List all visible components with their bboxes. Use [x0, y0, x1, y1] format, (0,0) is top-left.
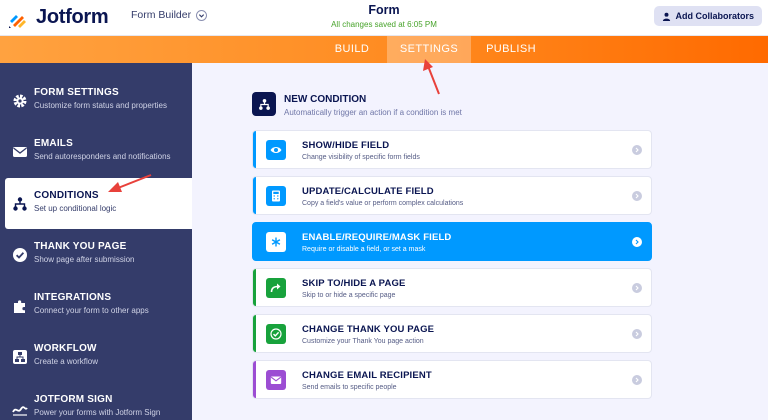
new-condition-icon: [252, 92, 276, 116]
sidebar-item-title: CONDITIONS: [34, 190, 99, 201]
card-title: ENABLE/REQUIRE/MASK FIELD: [302, 232, 452, 243]
settings-sidebar: FORM SETTINGS Customize form status and …: [0, 63, 192, 420]
calculator-icon: [266, 186, 286, 206]
condition-card-enable-require-mask-field[interactable]: ENABLE/REQUIRE/MASK FIELD Require or dis…: [252, 222, 652, 261]
top-bar: Jotform Form Builder Form All changes sa…: [0, 0, 768, 36]
check-circle-icon: [12, 247, 28, 263]
new-condition-subtitle: Automatically trigger an action if a con…: [284, 108, 462, 117]
add-collaborators-button[interactable]: Add Collaborators: [654, 6, 762, 26]
sidebar-item-subtitle: Power your forms with Jotform Sign: [34, 408, 161, 417]
chevron-right-icon: [632, 283, 642, 293]
sidebar-item-subtitle: Set up conditional logic: [34, 204, 117, 213]
card-title: SKIP TO/HIDE A PAGE: [302, 278, 406, 289]
user-icon: [663, 12, 671, 21]
conditions-panel: NEW CONDITION Automatically trigger an a…: [192, 63, 768, 420]
condition-card-skip-to-hide-page[interactable]: SKIP TO/HIDE A PAGE Skip to or hide a sp…: [252, 268, 652, 307]
save-status: All changes saved at 6:05 PM: [331, 20, 437, 29]
builder-nav: BUILD SETTINGS PUBLISH: [0, 36, 768, 63]
sidebar-item-subtitle: Send autoresponders and notifications: [34, 152, 171, 161]
tab-settings[interactable]: SETTINGS: [387, 36, 471, 63]
sidebar-item-form-settings[interactable]: FORM SETTINGS Customize form status and …: [0, 75, 192, 126]
skip-arrow-icon: [266, 278, 286, 298]
sidebar-item-jotform-sign[interactable]: JOTFORM SIGN Power your forms with Jotfo…: [0, 382, 192, 420]
sidebar-item-subtitle: Show page after submission: [34, 255, 135, 264]
asterisk-icon: [266, 232, 286, 252]
card-title: CHANGE THANK YOU PAGE: [302, 324, 435, 335]
title-block: Form All changes saved at 6:05 PM: [0, 3, 768, 29]
gear-icon: [12, 93, 28, 109]
card-title: CHANGE EMAIL RECIPIENT: [302, 370, 432, 381]
sidebar-item-subtitle: Connect your form to other apps: [34, 306, 149, 315]
card-subtitle: Send emails to specific people: [302, 384, 397, 391]
new-condition-title: NEW CONDITION: [284, 94, 367, 105]
eye-icon: [266, 140, 286, 160]
sidebar-item-title: INTEGRATIONS: [34, 292, 112, 303]
chevron-right-icon: [632, 375, 642, 385]
card-subtitle: Change visibility of specific form field…: [302, 154, 420, 161]
sidebar-item-workflow[interactable]: WORKFLOW Create a workflow: [0, 331, 192, 382]
sidebar-item-subtitle: Customize form status and properties: [34, 101, 167, 110]
add-collaborators-label: Add Collaborators: [675, 11, 754, 21]
sidebar-item-emails[interactable]: EMAILS Send autoresponders and notificat…: [0, 126, 192, 177]
sidebar-item-title: WORKFLOW: [34, 343, 97, 354]
card-accent-bar: [253, 131, 256, 168]
sidebar-item-title: FORM SETTINGS: [34, 87, 119, 98]
condition-card-change-email-recipient[interactable]: CHANGE EMAIL RECIPIENT Send emails to sp…: [252, 360, 652, 399]
envelope-icon: [12, 144, 28, 160]
card-title: UPDATE/CALCULATE FIELD: [302, 186, 434, 197]
check-icon: [266, 324, 286, 344]
card-subtitle: Skip to or hide a specific page: [302, 292, 396, 299]
condition-card-show-hide-field[interactable]: SHOW/HIDE FIELD Change visibility of spe…: [252, 130, 652, 169]
card-accent-bar: [253, 315, 256, 352]
form-title[interactable]: Form: [0, 3, 768, 17]
tab-build[interactable]: BUILD: [322, 36, 382, 63]
chevron-right-icon: [632, 237, 642, 247]
sidebar-item-thank-you-page[interactable]: THANK YOU PAGE Show page after submissio…: [0, 229, 192, 280]
sidebar-item-integrations[interactable]: INTEGRATIONS Connect your form to other …: [0, 280, 192, 331]
card-subtitle: Require or disable a field, or set a mas…: [302, 246, 426, 253]
puzzle-icon: [12, 298, 28, 314]
card-accent-bar: [253, 361, 256, 398]
workflow-icon: [12, 349, 28, 365]
sidebar-item-subtitle: Create a workflow: [34, 357, 99, 366]
chevron-right-icon: [632, 145, 642, 155]
sidebar-item-title: JOTFORM SIGN: [34, 394, 113, 405]
chevron-right-icon: [632, 191, 642, 201]
hierarchy-icon: [12, 196, 28, 212]
card-subtitle: Copy a field's value or perform complex …: [302, 200, 464, 207]
card-accent-bar: [253, 177, 256, 214]
envelope-icon: [266, 370, 286, 390]
sidebar-item-title: EMAILS: [34, 138, 73, 149]
condition-card-update-calculate-field[interactable]: UPDATE/CALCULATE FIELD Copy a field's va…: [252, 176, 652, 215]
chevron-right-icon: [632, 329, 642, 339]
card-subtitle: Customize your Thank You page action: [302, 338, 424, 345]
card-accent-bar: [253, 269, 256, 306]
sign-icon: [12, 400, 28, 416]
card-title: SHOW/HIDE FIELD: [302, 140, 390, 151]
sidebar-item-title: THANK YOU PAGE: [34, 241, 127, 252]
tab-publish[interactable]: PUBLISH: [475, 36, 547, 63]
sidebar-item-conditions[interactable]: CONDITIONS Set up conditional logic: [5, 178, 192, 229]
condition-card-change-thank-you-page[interactable]: CHANGE THANK YOU PAGE Customize your Tha…: [252, 314, 652, 353]
